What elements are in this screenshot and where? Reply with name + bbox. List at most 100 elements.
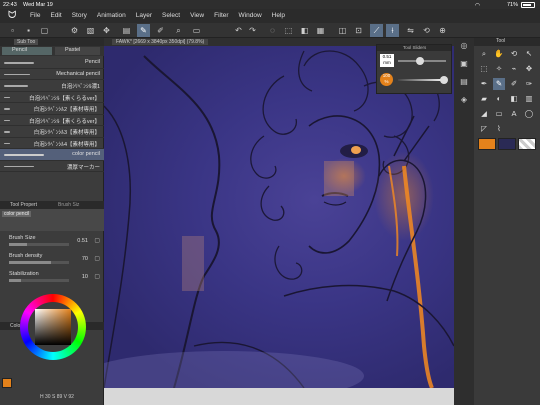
transparent-color-chip[interactable] [518,138,536,150]
brush-item[interactable]: 白泡ｼﾘﾍﾟﾝｼﾙ濃1 [0,80,104,92]
sub-color-chip[interactable] [498,138,516,150]
main-color-chip[interactable] [478,138,496,150]
redo-icon[interactable]: ↷ [246,24,259,37]
tab-pencil[interactable]: Pencil [2,47,52,55]
opacity-unit: % [384,79,389,84]
menu-animation[interactable]: Animation [97,12,126,19]
brush-item[interactable]: 濃厚マーカー [0,161,104,172]
brush-item[interactable]: 白泡ｼﾘﾍﾟﾝｼﾙ【素くらるver】 [0,92,104,103]
brush-density-slider[interactable] [9,261,69,264]
pen-tool-icon[interactable]: ✒ [478,78,490,90]
brush-icon[interactable]: ✐ [154,24,167,37]
brush-size-tab[interactable]: Brush Siz [58,202,79,208]
tab-pastel[interactable]: Pastel [55,47,100,55]
brush-item[interactable]: 白泡ｼﾘﾍﾟﾝｼﾙ3【素材専用】 [0,126,104,138]
save-icon[interactable]: ▪ [22,24,35,37]
fill-tool-icon[interactable]: ◧ [508,93,520,105]
eyedropper-tool-icon[interactable]: ⌁ [508,63,520,75]
pencil-tool-icon[interactable]: ✎ [493,78,505,90]
selection-tool-icon[interactable]: ⬚ [478,63,490,75]
brush-item[interactable]: 白泡ｼﾘﾍﾟﾝｼﾙ2【素材専用】 [0,103,104,115]
brush-item[interactable]: Mechanical pencil [0,69,104,80]
drawing-canvas[interactable] [104,46,454,388]
stabilization-value: 10 [81,274,88,280]
new-canvas-icon[interactable]: ▫ [6,24,19,37]
menu-layer[interactable]: Layer [136,12,152,19]
blend-tool-icon[interactable]: ◐ [493,93,505,105]
transform-icon[interactable]: ⬚ [282,24,295,37]
size-slider-knob[interactable] [416,57,424,65]
layer-icon[interactable]: ▤ [120,24,133,37]
tool-panel-header: Tool [474,38,540,46]
menu-filter[interactable]: Filter [214,12,228,19]
export-icon[interactable]: ▢ [38,24,51,37]
eraser-icon[interactable]: ▭ [190,24,203,37]
rotate-icon[interactable]: ⟲ [420,24,433,37]
menu-window[interactable]: Window [239,12,262,19]
rotate-tool-icon[interactable]: ⟲ [508,48,520,60]
lock-icon[interactable]: ▢ [94,237,100,244]
auto-select-icon[interactable]: ✧ [493,63,505,75]
menu-help[interactable]: Help [272,12,285,19]
clear-icon[interactable]: ⊡ [352,24,365,37]
menu-file[interactable]: File [30,12,40,19]
hide-icon[interactable]: ◫ [336,24,349,37]
stabilization-slider[interactable] [9,279,69,282]
undo-icon[interactable]: ↶ [232,24,245,37]
grid-icon[interactable]: ▦ [314,24,327,37]
gear-icon[interactable]: ⚙ [68,24,81,37]
menu-edit[interactable]: Edit [50,12,61,19]
lock-icon[interactable]: ▢ [94,255,100,262]
brush-item[interactable]: 白泡ｼﾘﾍﾟﾝｼﾙ【素くらるver】 [0,115,104,126]
pen-icon[interactable]: ✎ [137,24,150,37]
brush-size-slider[interactable] [9,243,69,246]
hand-tool-icon[interactable]: ✋ [493,48,505,60]
select-icon[interactable]: ▧ [84,24,97,37]
figure-tool-icon[interactable]: ◢ [478,108,490,120]
fill-icon[interactable]: ◧ [298,24,311,37]
lock-icon[interactable]: ▢ [94,273,100,280]
layers-icon[interactable]: ◈ [458,94,470,106]
eyedropper-icon[interactable]: ⌕ [172,24,185,37]
opacity-track[interactable] [398,79,446,81]
gradient-tool-icon[interactable]: ▥ [523,93,535,105]
operation-tool-icon[interactable]: ↖ [523,48,535,60]
canvas-tab[interactable]: FAWK* [2669 x 3840px 350dpi] (79.8%) [112,39,209,45]
navigator-icon[interactable]: ◎ [458,40,470,52]
airbrush-tool-icon[interactable]: ✑ [523,78,535,90]
app-logo-icon[interactable]: ᗢ [8,10,16,21]
tool-property-tab[interactable]: Tool Propert [10,202,37,208]
eraser-tool-icon[interactable]: ▰ [478,93,490,105]
snap-icon[interactable]: ⟊ [386,24,399,37]
brush-tool-icon[interactable]: ✐ [508,78,520,90]
zoom-icon[interactable]: ⊕ [436,24,449,37]
subtool-tab[interactable]: Sub Too [14,39,39,45]
size-slider-row: 0.51 mm [380,54,450,68]
main-color-swatch[interactable] [2,378,12,388]
brush-item-selected[interactable]: color pencil [0,149,104,161]
canvas-bottom-bar [104,388,454,405]
move-layer-icon[interactable]: ✥ [523,63,535,75]
text-tool-icon[interactable]: A [508,108,520,120]
saturation-value-square[interactable] [35,309,71,345]
move-icon[interactable]: ✥ [100,24,113,37]
correct-line-icon[interactable]: ⌇ [493,123,505,135]
menu-select[interactable]: Select [162,12,180,19]
frame-tool-icon[interactable]: ▭ [493,108,505,120]
sub-view-icon[interactable]: ▣ [458,58,470,70]
status-time: 22:43 [3,1,17,8]
menu-view[interactable]: View [190,12,204,19]
opacity-slider-knob[interactable] [440,76,448,84]
brush-item[interactable]: 白泡ｼﾘﾍﾟﾝｼﾙ4【素材専用】 [0,138,104,149]
brush-item[interactable]: Pencil [0,57,104,69]
right-icon-column: ◎ ▣ ▤ ◈ [454,38,474,405]
ruler-icon[interactable]: ⟋ [370,24,383,37]
balloon-tool-icon[interactable]: ◯ [523,108,535,120]
zoom-tool-icon[interactable]: ⌕ [478,48,490,60]
color-wheel[interactable] [20,294,86,360]
flip-icon[interactable]: ⇋ [404,24,417,37]
lasso-icon[interactable]: ◌ [266,24,279,37]
ruler-tool-icon[interactable]: ◸ [478,123,490,135]
properties-icon[interactable]: ▤ [458,76,470,88]
menu-story[interactable]: Story [72,12,87,19]
